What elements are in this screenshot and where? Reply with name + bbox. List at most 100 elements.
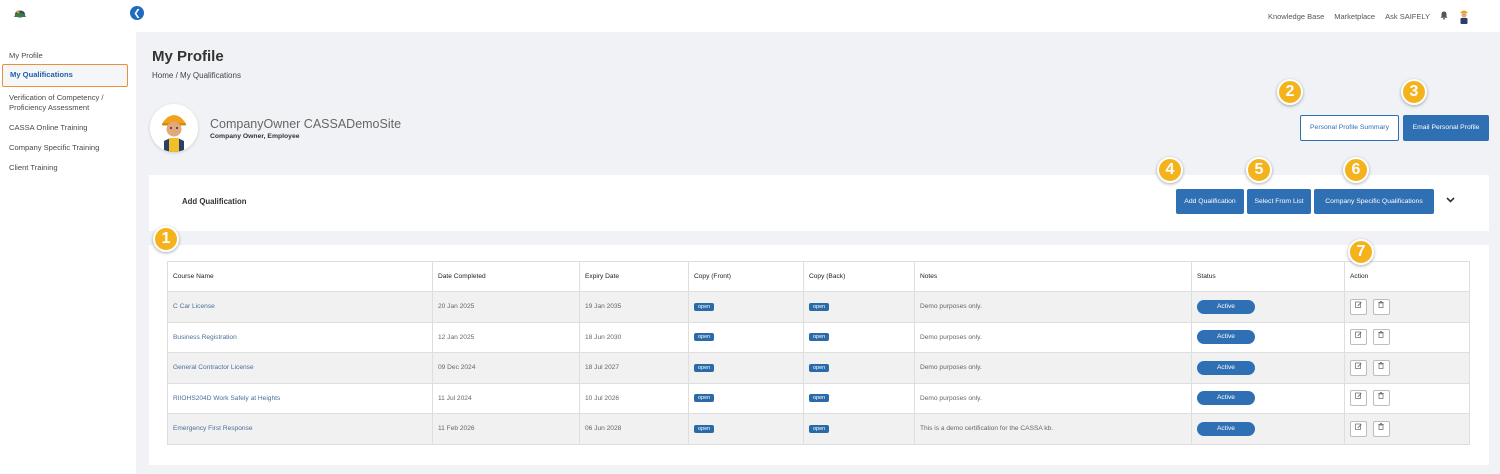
edit-button[interactable] xyxy=(1350,329,1367,346)
delete-button[interactable] xyxy=(1372,329,1390,346)
user-avatar[interactable] xyxy=(1458,8,1470,24)
course-name-cell: General Contractor License xyxy=(167,352,433,384)
chevron-left-icon: ❮ xyxy=(133,8,141,18)
edit-icon xyxy=(1355,331,1362,339)
expiry-date-cell: 10 Jul 2026 xyxy=(579,382,689,414)
edit-button[interactable] xyxy=(1350,359,1367,376)
breadcrumb-home[interactable]: Home xyxy=(152,71,173,80)
action-cell xyxy=(1344,382,1470,414)
open-back-link[interactable]: open xyxy=(809,333,830,342)
sidebar-item-verification-of-competency[interactable]: Verification of Competency / Proficiency… xyxy=(0,93,130,112)
header-notes[interactable]: Notes xyxy=(914,261,1192,292)
trash-icon xyxy=(1378,300,1385,308)
add-qualification-button[interactable]: Add Qualification xyxy=(1176,189,1244,214)
copy-back-cell: open xyxy=(803,291,915,323)
open-back-link[interactable]: open xyxy=(809,363,830,372)
status-badge: Active xyxy=(1197,299,1255,314)
open-front-link[interactable]: open xyxy=(694,424,715,433)
edit-button[interactable] xyxy=(1350,420,1367,437)
edit-button[interactable] xyxy=(1350,390,1367,407)
bell-icon[interactable] xyxy=(1440,11,1448,22)
date-completed-cell: 12 Jan 2025 xyxy=(432,321,580,353)
notes-cell: This is a demo certification for the CAS… xyxy=(914,413,1192,445)
status-cell: Active xyxy=(1191,291,1345,323)
date-completed-cell: 11 Jul 2024 xyxy=(432,382,580,414)
table-row: RIIOHS204D Work Safely at Heights 11 Jul… xyxy=(167,382,1470,414)
marketplace-link[interactable]: Marketplace xyxy=(1334,12,1375,21)
delete-button[interactable] xyxy=(1372,298,1390,315)
chevron-down-icon[interactable] xyxy=(1446,195,1455,205)
page-title: My Profile xyxy=(152,48,224,65)
trash-icon xyxy=(1378,422,1385,430)
company-specific-qualifications-button[interactable]: Company Specific Qualifications xyxy=(1314,189,1434,214)
callout-badge-4: 4 xyxy=(1157,157,1183,183)
sidebar-item-company-specific-training[interactable]: Company Specific Training xyxy=(0,143,108,153)
edit-icon xyxy=(1355,301,1362,308)
copy-front-cell: open xyxy=(688,413,804,445)
header-date-completed[interactable]: Date Completed xyxy=(432,261,580,292)
delete-button[interactable] xyxy=(1372,420,1390,437)
top-nav: Knowledge Base Marketplace Ask SAIFELY xyxy=(1268,0,1470,32)
header-action: Action xyxy=(1344,261,1470,292)
personal-profile-summary-button[interactable]: Personal Profile Summary xyxy=(1300,115,1399,141)
trash-icon xyxy=(1378,331,1385,339)
header-copy-front[interactable]: Copy (Front) xyxy=(688,261,804,292)
callout-badge-1: 1 xyxy=(153,226,179,252)
top-bar: Knowledge Base Marketplace Ask SAIFELY xyxy=(136,0,1500,32)
open-front-link[interactable]: open xyxy=(694,333,715,342)
ask-saifely-link[interactable]: Ask SAIFELY xyxy=(1385,12,1430,21)
notes-cell: Demo purposes only. xyxy=(914,382,1192,414)
action-cell xyxy=(1344,413,1470,445)
add-qualification-heading: Add Qualification xyxy=(182,197,247,206)
table-row: Business Registration 12 Jan 2025 18 Jun… xyxy=(167,321,1470,353)
status-badge: Active xyxy=(1197,330,1255,345)
open-front-link[interactable]: open xyxy=(694,302,715,311)
delete-button[interactable] xyxy=(1372,359,1390,376)
header-status[interactable]: Status xyxy=(1191,261,1345,292)
app-logo[interactable] xyxy=(12,7,28,21)
header-expiry-date[interactable]: Expiry Date xyxy=(579,261,689,292)
header-copy-back[interactable]: Copy (Back) xyxy=(803,261,915,292)
sidebar-item-client-training[interactable]: Client Training xyxy=(0,163,67,173)
copy-back-cell: open xyxy=(803,352,915,384)
course-name-cell: Business Registration xyxy=(167,321,433,353)
table-header-row: Course Name Date Completed Expiry Date C… xyxy=(167,261,1470,292)
copy-front-cell: open xyxy=(688,382,804,414)
trash-icon xyxy=(1378,392,1385,400)
trash-icon xyxy=(1378,361,1385,369)
notes-cell: Demo purposes only. xyxy=(914,291,1192,323)
copy-front-cell: open xyxy=(688,291,804,323)
edit-button[interactable] xyxy=(1350,298,1367,315)
profile-role: Company Owner, Employee xyxy=(210,133,300,140)
copy-front-cell: open xyxy=(688,352,804,384)
knowledge-base-link[interactable]: Knowledge Base xyxy=(1268,12,1324,21)
date-completed-cell: 09 Dec 2024 xyxy=(432,352,580,384)
open-back-link[interactable]: open xyxy=(809,394,830,403)
sidebar-item-cassa-online-training[interactable]: CASSA Online Training xyxy=(0,123,97,133)
header-course-name[interactable]: Course Name xyxy=(167,261,433,292)
notes-cell: Demo purposes only. xyxy=(914,321,1192,353)
callout-badge-7: 7 xyxy=(1348,239,1374,265)
callout-badge-5: 5 xyxy=(1246,157,1272,183)
select-from-list-button[interactable]: Select From List xyxy=(1247,189,1311,214)
edit-icon xyxy=(1355,362,1362,369)
sidebar-item-my-profile[interactable]: My Profile xyxy=(0,51,52,61)
email-personal-profile-button[interactable]: Email Personal Profile xyxy=(1403,115,1489,141)
callout-badge-3: 3 xyxy=(1401,79,1427,105)
notes-cell: Demo purposes only. xyxy=(914,352,1192,384)
course-name-cell: Emergency First Response xyxy=(167,413,433,445)
copy-back-cell: open xyxy=(803,382,915,414)
qualifications-table: Course Name Date Completed Expiry Date C… xyxy=(167,261,1470,445)
date-completed-cell: 11 Feb 2026 xyxy=(432,413,580,445)
delete-button[interactable] xyxy=(1372,390,1390,407)
status-cell: Active xyxy=(1191,382,1345,414)
open-front-link[interactable]: open xyxy=(694,363,715,372)
callout-badge-2: 2 xyxy=(1277,79,1303,105)
sidebar-item-my-qualifications[interactable]: My Qualifications xyxy=(2,64,128,87)
expiry-date-cell: 06 Jun 2028 xyxy=(579,413,689,445)
open-front-link[interactable]: open xyxy=(694,394,715,403)
edit-icon xyxy=(1355,423,1362,430)
sidebar-collapse-button[interactable]: ❮ xyxy=(130,6,144,20)
open-back-link[interactable]: open xyxy=(809,302,830,311)
open-back-link[interactable]: open xyxy=(809,424,830,433)
